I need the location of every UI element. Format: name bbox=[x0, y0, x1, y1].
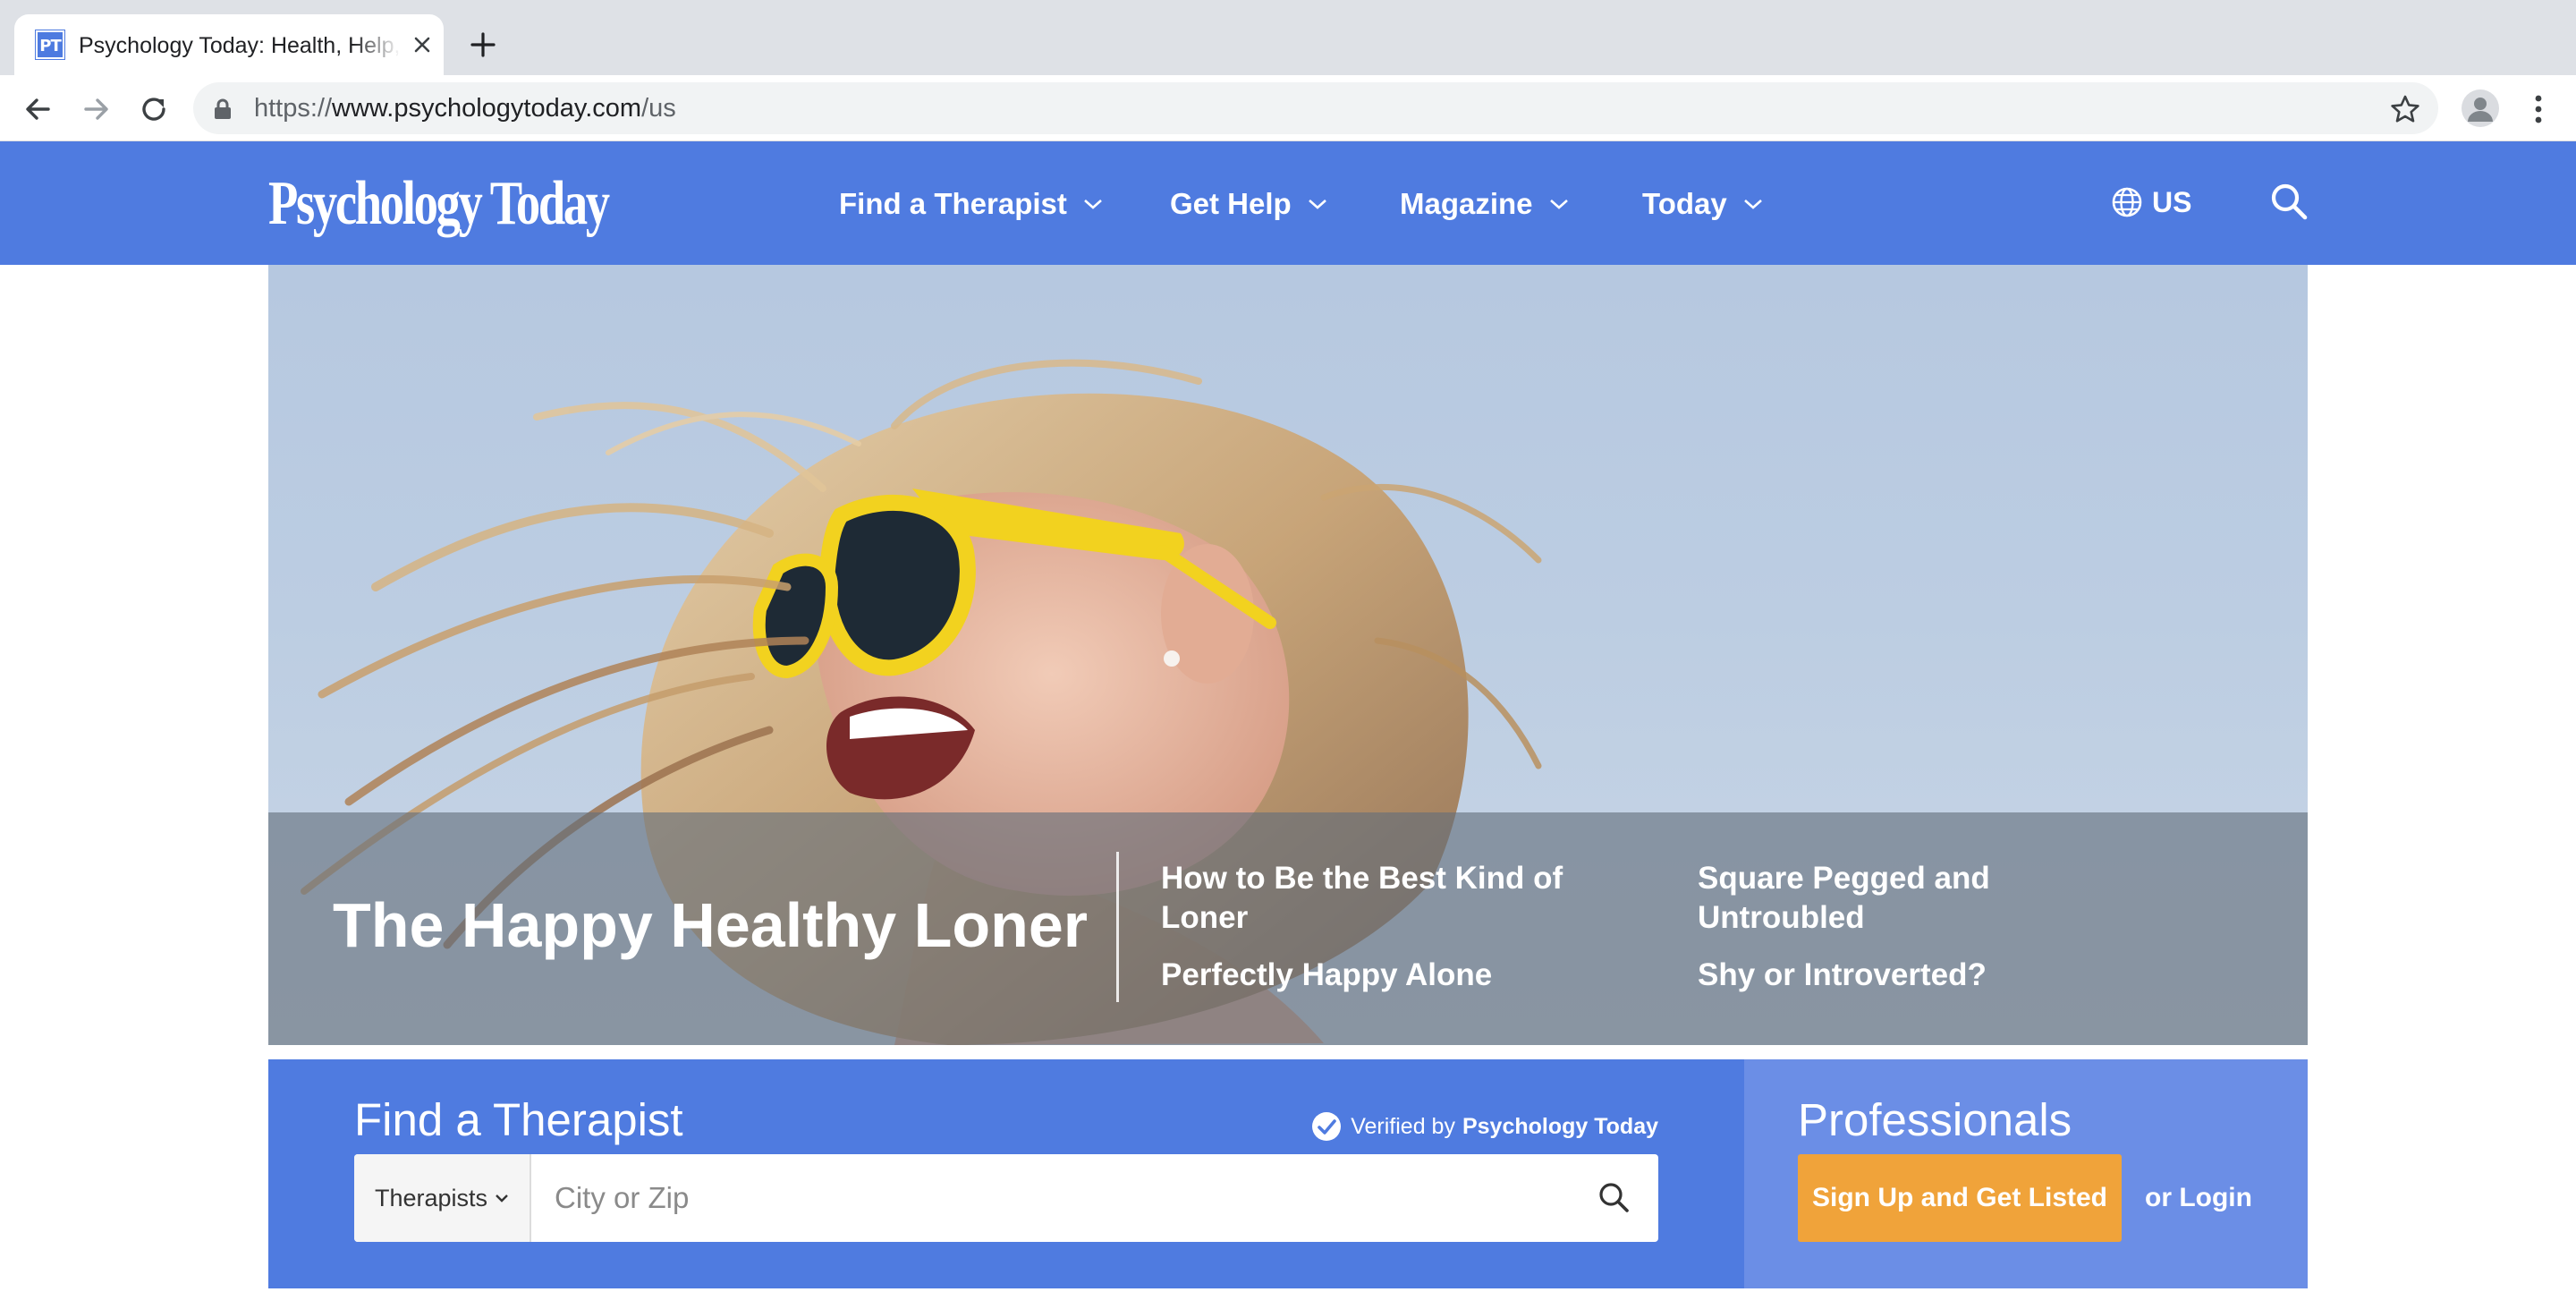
chevron-down-icon bbox=[1308, 200, 1326, 209]
browser-tab[interactable]: PT Psychology Today: Health, Help, Happi… bbox=[14, 14, 444, 75]
chevron-down-icon bbox=[496, 1194, 508, 1203]
chevron-down-icon bbox=[1743, 200, 1762, 209]
chevron-down-icon bbox=[1549, 200, 1568, 209]
profile-avatar[interactable] bbox=[2462, 89, 2499, 127]
nav-find-a-therapist[interactable]: Find a Therapist bbox=[839, 184, 1103, 224]
provider-type-select[interactable]: Therapists bbox=[354, 1154, 531, 1242]
bookmark-star-icon[interactable] bbox=[2390, 94, 2420, 124]
browser-tabstrip: PT Psychology Today: Health, Help, Happi… bbox=[0, 0, 2576, 75]
hero-link-shy-or-introverted[interactable]: Shy or Introverted? bbox=[1698, 956, 2163, 995]
site-logo[interactable]: Psychology Today bbox=[268, 168, 610, 240]
search-icon[interactable] bbox=[1596, 1179, 1631, 1215]
region-selector[interactable]: US bbox=[2111, 183, 2191, 222]
hero-divider bbox=[1116, 852, 1119, 1002]
hero-feature[interactable]: The Happy Healthy Loner How to Be the Be… bbox=[268, 265, 2308, 1045]
reload-icon[interactable] bbox=[136, 91, 172, 127]
url-text: https://www.psychologytoday.com/us bbox=[254, 94, 676, 123]
site-header: Psychology Today Find a Therapist Get He… bbox=[0, 141, 2576, 265]
browser-toolbar: https://www.psychologytoday.com/us bbox=[0, 75, 2576, 141]
city-zip-input[interactable] bbox=[533, 1154, 1571, 1242]
close-icon[interactable] bbox=[408, 30, 436, 59]
sign-up-button[interactable]: Sign Up and Get Listed bbox=[1798, 1154, 2122, 1242]
address-bar[interactable]: https://www.psychologytoday.com/us bbox=[193, 82, 2438, 134]
site-favicon: PT bbox=[35, 30, 65, 60]
tab-title: Psychology Today: Health, Help, Happines… bbox=[79, 33, 401, 58]
person-icon bbox=[2468, 98, 2493, 122]
hero-link-best-kind-of-loner[interactable]: How to Be the Best Kind of Loner bbox=[1161, 859, 1626, 938]
hero-link-square-pegged[interactable]: Square Pegged and Untroubled bbox=[1698, 859, 2163, 938]
find-therapist-panel: Find a Therapist Verified by Psychology … bbox=[268, 1059, 1744, 1288]
nav-today[interactable]: Today bbox=[1642, 184, 1763, 224]
hero-link-perfectly-happy-alone[interactable]: Perfectly Happy Alone bbox=[1161, 956, 1626, 995]
back-icon[interactable] bbox=[20, 91, 55, 127]
new-tab-icon[interactable] bbox=[465, 27, 501, 63]
chevron-down-icon bbox=[1084, 200, 1102, 209]
professionals-panel: Professionals Sign Up and Get Listed or … bbox=[1744, 1059, 2308, 1288]
find-therapist-title: Find a Therapist bbox=[354, 1094, 683, 1145]
more-menu-icon[interactable] bbox=[2522, 91, 2555, 127]
lock-icon bbox=[215, 98, 231, 119]
hero-title[interactable]: The Happy Healthy Loner bbox=[333, 889, 1088, 961]
therapist-search-bar: Therapists bbox=[354, 1154, 1658, 1242]
professionals-title: Professionals bbox=[1798, 1094, 2072, 1145]
search-icon[interactable] bbox=[2268, 181, 2309, 222]
nav-magazine[interactable]: Magazine bbox=[1400, 184, 1569, 224]
nav-get-help[interactable]: Get Help bbox=[1170, 184, 1327, 224]
checkmark-badge-icon bbox=[1312, 1112, 1342, 1141]
hero-caption-band: The Happy Healthy Loner How to Be the Be… bbox=[268, 812, 2308, 1045]
verified-badge: Verified by Psychology Today bbox=[1311, 1111, 1658, 1142]
login-link[interactable]: or Login bbox=[2145, 1154, 2252, 1242]
globe-icon bbox=[2112, 187, 2142, 217]
forward-icon[interactable] bbox=[79, 91, 114, 127]
